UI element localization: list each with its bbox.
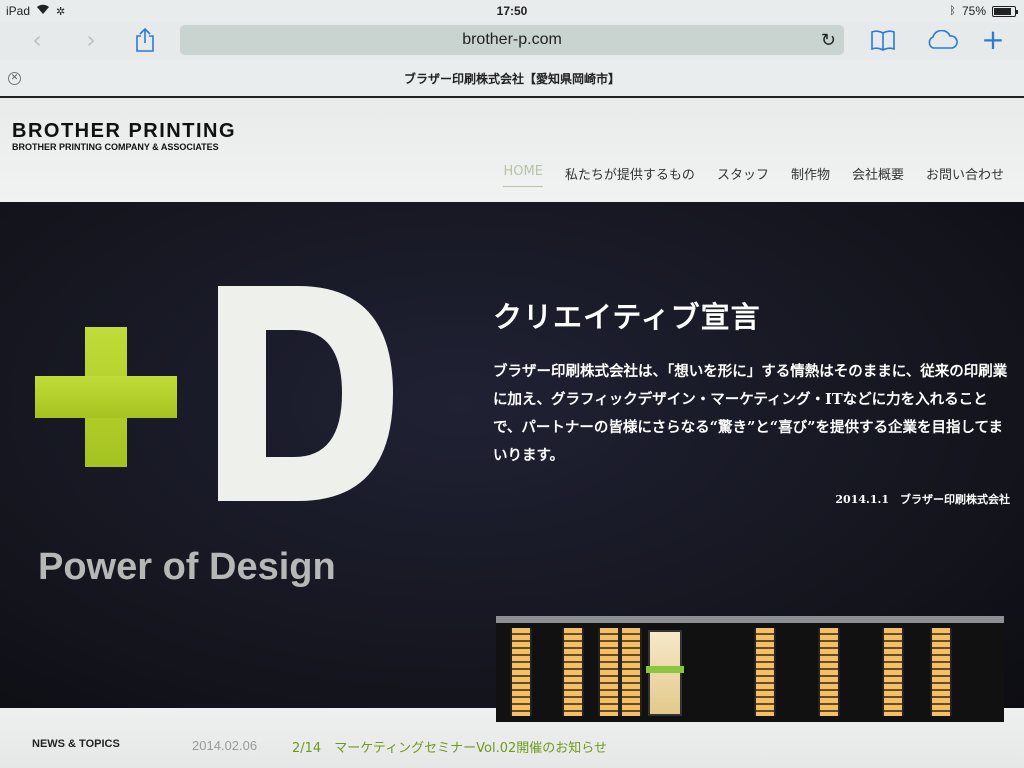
browser-toolbar: ‹ › brother-p.com ↻ + bbox=[0, 22, 1024, 60]
tab-bar: ✕ ブラザー印刷株式会社【愛知県岡崎市】 bbox=[0, 60, 1024, 98]
nav-services[interactable]: 私たちが提供するもの bbox=[565, 164, 695, 187]
hero-body: ブラザー印刷株式会社は、「想いを形に」する情熱はそのままに、従来の印刷業に加え、… bbox=[493, 363, 1008, 464]
nav-company[interactable]: 会社概要 bbox=[852, 164, 904, 187]
news-item[interactable]: 2/14 マーケティングセミナーVol.02開催のお知らせ bbox=[292, 737, 607, 756]
battery-icon bbox=[992, 5, 1018, 17]
close-tab-icon[interactable]: ✕ bbox=[8, 72, 21, 85]
nav-home[interactable]: HOME bbox=[503, 164, 543, 187]
building-photo bbox=[496, 616, 1004, 722]
main-nav: HOME 私たちが提供するもの スタッフ 制作物 会社概要 お問い合わせ bbox=[503, 164, 1004, 187]
forward-icon[interactable]: › bbox=[76, 26, 106, 54]
plus-logo-horizontal bbox=[35, 376, 177, 418]
hero-tagline: Power of Design bbox=[38, 546, 336, 588]
logo-title[interactable]: BROTHER PRINTING bbox=[12, 120, 236, 143]
tab-title[interactable]: ブラザー印刷株式会社【愛知県岡崎市】 bbox=[404, 72, 620, 86]
status-bar: iPad ✲ 17:50 ᛒ 75% bbox=[0, 0, 1024, 22]
bluetooth-icon: ᛒ bbox=[949, 5, 956, 17]
nav-staff[interactable]: スタッフ bbox=[717, 164, 769, 187]
big-d-logo bbox=[218, 286, 393, 501]
logo-subtitle: BROTHER PRINTING COMPANY & ASSOCIATES bbox=[12, 142, 219, 152]
address-bar[interactable]: brother-p.com ↻ bbox=[180, 25, 844, 55]
nav-contact[interactable]: お問い合わせ bbox=[926, 164, 1004, 187]
news-label: NEWS & TOPICS bbox=[32, 738, 120, 750]
hero-title: クリエイティブ宣言 bbox=[493, 300, 761, 334]
share-icon[interactable] bbox=[130, 26, 160, 54]
back-icon[interactable]: ‹ bbox=[22, 26, 52, 54]
hero-signature: 2014.1.1 ブラザー印刷株式会社 bbox=[835, 493, 1010, 506]
new-tab-icon[interactable]: + bbox=[978, 26, 1008, 54]
battery-percent: 75% bbox=[961, 4, 986, 18]
icloud-tabs-icon[interactable] bbox=[924, 26, 960, 54]
reload-icon[interactable]: ↻ bbox=[821, 25, 836, 55]
news-date: 2014.02.06 bbox=[192, 738, 258, 753]
status-time: 17:50 bbox=[496, 4, 528, 18]
bookmarks-icon[interactable] bbox=[868, 26, 898, 54]
site-header: BROTHER PRINTING BROTHER PRINTING COMPAN… bbox=[0, 98, 1024, 202]
nav-works[interactable]: 制作物 bbox=[791, 164, 830, 187]
url-text: brother-p.com bbox=[462, 31, 562, 48]
